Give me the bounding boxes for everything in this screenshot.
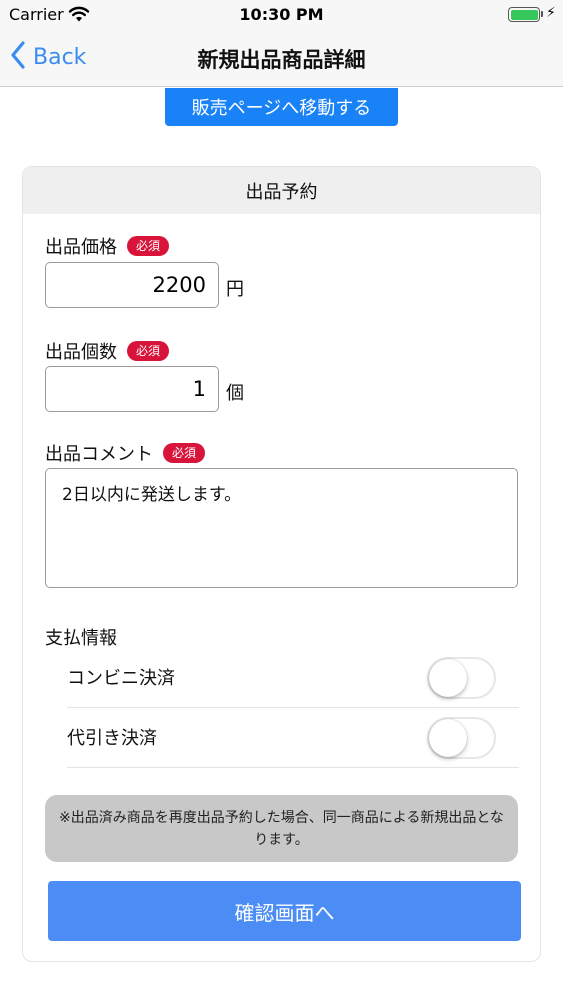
quantity-label: 出品個数 [45,342,117,363]
comment-textarea[interactable]: 2日以内に発送します。 [45,468,518,588]
navigation-bar: Back 新規出品商品詳細 [0,30,563,87]
comment-field-label: 出品コメント 必須 [45,440,206,466]
quantity-field-label: 出品個数 必須 [45,338,170,364]
required-badge: 必須 [163,443,206,463]
status-bar: Carrier 10:30 PM ⚡ [0,0,563,30]
convenience-store-payment-label: コンビニ決済 [67,668,175,689]
price-input[interactable]: 2200 [45,262,219,308]
payment-option-row: 代引き決済 [67,708,519,768]
required-badge: 必須 [127,341,170,361]
battery-level [510,9,538,20]
cash-on-delivery-toggle[interactable] [427,717,496,759]
cash-on-delivery-label: 代引き決済 [67,728,157,749]
charging-bolt-icon: ⚡ [546,5,556,21]
page-title: 新規出品商品詳細 [197,48,366,72]
quantity-unit: 個 [226,383,244,404]
price-field-label: 出品価格 必須 [45,233,170,259]
battery-tip [541,11,543,17]
payment-section-title: 支払情報 [45,628,117,649]
status-time: 10:30 PM [239,5,324,24]
relisting-notice: ※出品済み商品を再度出品予約した場合、同一商品による新規出品となります。 [45,795,518,862]
quantity-input[interactable]: 1 [45,366,219,412]
price-label: 出品価格 [45,237,117,258]
goto-sale-page-button[interactable]: 販売ページへ移動する [165,88,398,126]
comment-label: 出品コメント [45,444,153,465]
price-unit: 円 [226,279,244,300]
payment-option-row: コンビニ決済 [67,648,519,708]
confirm-button[interactable]: 確認画面へ [48,881,521,941]
toggle-knob [429,719,467,757]
required-badge: 必須 [127,236,170,256]
battery-icon [508,7,540,22]
toggle-knob [429,659,467,697]
card-header: 出品予約 [23,167,540,214]
convenience-store-payment-toggle[interactable] [427,657,496,699]
